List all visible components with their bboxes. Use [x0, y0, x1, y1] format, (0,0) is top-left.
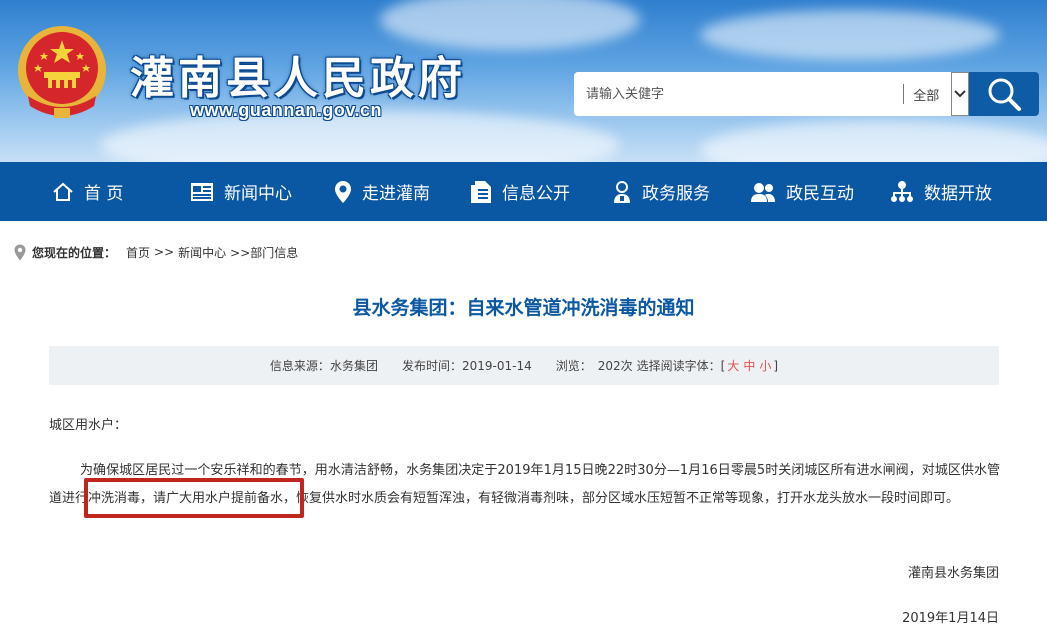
article-title: 县水务集团：自来水管道冲洗消毒的通知 [352, 297, 695, 319]
font-size-small[interactable]: 小 [759, 357, 771, 374]
meta-source: 水务集团 [329, 359, 378, 373]
search-input[interactable] [574, 72, 904, 116]
nav-item-about[interactable]: 走进灌南 [334, 162, 430, 221]
nav-label: 首 页 [84, 184, 124, 204]
meta-date-label: 发布时间： [401, 359, 462, 373]
nav-label: 信息公开 [502, 184, 570, 204]
location-pin-icon [14, 244, 26, 260]
nav-item-info[interactable]: 信息公开 [470, 162, 570, 221]
nav-label: 新闻中心 [224, 184, 292, 204]
meta-source-label: 信息来源： [269, 359, 330, 373]
meta-font-label: 选择阅读字体： [636, 359, 721, 373]
article-signature: 灌南县水务集团 [907, 566, 999, 581]
nav-item-data[interactable]: 数据开放 [890, 162, 992, 221]
breadcrumb-link-dept[interactable]: >>部门信息 [230, 244, 298, 261]
highlight-box [84, 478, 304, 518]
search-scope-select[interactable]: 全部 [903, 72, 952, 116]
search-button[interactable] [969, 72, 1039, 116]
user-service-icon [614, 180, 630, 203]
search-icon [988, 78, 1022, 111]
article-date: 2019年1月14日 [902, 611, 999, 626]
main-nav: 首 页 新闻中心 走进灌南 信息公开 政务服务 政民互动 数据开放 [0, 162, 1047, 221]
nav-item-services[interactable]: 政务服务 [612, 162, 710, 221]
search-scope-label: 全部 [913, 88, 940, 104]
article-meta-bar: 信息来源： 水务集团 发布时间： 2019-01-14 浏览： 202次 选择阅… [49, 346, 999, 385]
data-tree-icon [891, 180, 913, 202]
home-icon [53, 182, 73, 201]
document-icon [471, 180, 491, 203]
cloud-decoration [700, 120, 1047, 162]
chevron-down-icon [954, 90, 966, 98]
header-banner: 灌南县人民政府 www.guannan.gov.cn 全部 [0, 0, 1047, 162]
breadcrumb-link-home[interactable]: 首页 [126, 244, 150, 261]
nav-item-home[interactable]: 首 页 [52, 162, 123, 221]
site-url: www.guannan.gov.cn [190, 100, 383, 120]
nav-label: 数据开放 [924, 184, 992, 204]
search-bar: 全部 [574, 72, 1039, 116]
meta-views: 202次 [597, 359, 633, 373]
search-scope-dropdown[interactable] [951, 72, 970, 116]
breadcrumb-link-news[interactable]: 新闻中心 [178, 244, 226, 261]
nav-item-news[interactable]: 新闻中心 [190, 162, 292, 221]
nav-label: 政民互动 [786, 184, 854, 204]
nav-label: 政务服务 [642, 184, 710, 204]
location-pin-icon [335, 180, 351, 203]
nav-label: 走进灌南 [362, 184, 430, 204]
breadcrumb-separator: >> [154, 245, 175, 259]
meta-date: 2019-01-14 [461, 358, 532, 373]
breadcrumb-label: 您现在的位置： [32, 245, 117, 260]
breadcrumb: 您现在的位置： 首页 >> 新闻中心 >>部门信息 [14, 242, 302, 262]
news-icon [191, 182, 213, 201]
users-icon [751, 182, 775, 202]
font-size-large[interactable]: 大 [727, 357, 739, 374]
national-emblem-icon[interactable] [14, 22, 110, 122]
nav-item-interaction[interactable]: 政民互动 [750, 162, 854, 221]
cloud-decoration [700, 10, 1000, 60]
font-bracket-close: ] [773, 358, 779, 373]
font-size-medium[interactable]: 中 [743, 357, 755, 374]
meta-views-label: 浏览： [555, 359, 592, 373]
article-greeting: 城区用水户： [49, 418, 128, 433]
font-bracket-open: [ [720, 358, 726, 373]
site-title[interactable]: 灌南县人民政府 [130, 42, 466, 106]
